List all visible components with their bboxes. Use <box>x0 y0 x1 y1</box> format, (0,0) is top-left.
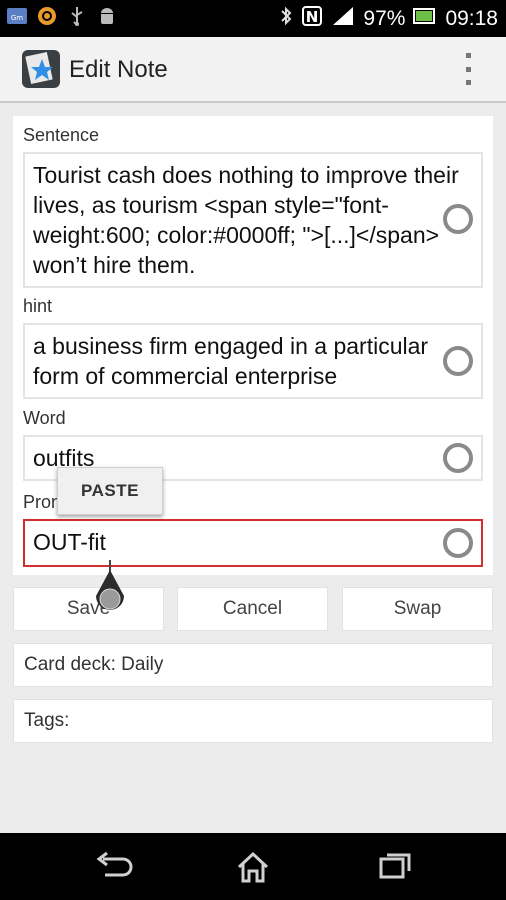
recent-apps-icon[interactable] <box>375 849 415 885</box>
swap-button[interactable]: Swap <box>342 587 493 631</box>
paste-popup-button[interactable]: PASTE <box>57 467 163 515</box>
sentence-text: Tourist cash does nothing to improve the… <box>33 162 466 278</box>
cancel-button[interactable]: Cancel <box>177 587 328 631</box>
back-icon[interactable] <box>93 849 133 885</box>
navigation-bar <box>0 833 506 900</box>
pronunciation-text: OUT-fit <box>33 529 106 555</box>
battery-icon <box>413 5 437 33</box>
gmail-icon: Gm <box>6 5 28 27</box>
word-label: Word <box>23 408 66 428</box>
hint-label: hint <box>23 296 53 316</box>
system-icons: N 97% 09:18 <box>279 0 498 37</box>
android-icon <box>96 5 118 27</box>
action-bar: Edit Note <box>0 37 506 103</box>
svg-text:Gm: Gm <box>11 14 23 22</box>
pronunciation-label: Pron <box>23 492 62 512</box>
sentence-label: Sentence <box>23 125 100 145</box>
hint-radio[interactable] <box>443 346 473 376</box>
tags-row[interactable]: Tags: <box>13 699 493 743</box>
save-button[interactable]: Save <box>13 587 164 631</box>
sentence-radio[interactable] <box>443 204 473 234</box>
usb-icon <box>66 5 88 27</box>
clock: 09:18 <box>445 6 498 30</box>
signal-icon <box>331 5 355 33</box>
star-deck-icon[interactable] <box>22 50 60 88</box>
card-deck-row[interactable]: Card deck: Daily <box>13 643 493 687</box>
card-deck-text: Card deck: Daily <box>24 654 164 675</box>
page-title: Edit Note <box>69 56 168 83</box>
nfc-icon: N <box>301 5 323 33</box>
text-cursor-handle[interactable] <box>91 560 131 620</box>
more-vert-icon[interactable] <box>466 53 472 85</box>
loading-icon <box>36 5 58 27</box>
home-icon[interactable] <box>233 849 273 885</box>
status-bar: Gm N 97% 09:18 <box>0 0 506 37</box>
battery-percent: 97% <box>363 6 406 30</box>
svg-text:N: N <box>306 8 319 26</box>
word-radio[interactable] <box>443 443 473 473</box>
hint-text: a business firm engaged in a particular … <box>33 333 435 389</box>
sentence-field[interactable]: Tourist cash does nothing to improve the… <box>23 152 483 288</box>
notification-icons: Gm <box>6 5 118 27</box>
hint-field[interactable]: a business firm engaged in a particular … <box>23 323 483 399</box>
tags-text: Tags: <box>24 710 70 731</box>
pronunciation-radio[interactable] <box>443 528 473 558</box>
bluetooth-icon <box>279 5 293 33</box>
